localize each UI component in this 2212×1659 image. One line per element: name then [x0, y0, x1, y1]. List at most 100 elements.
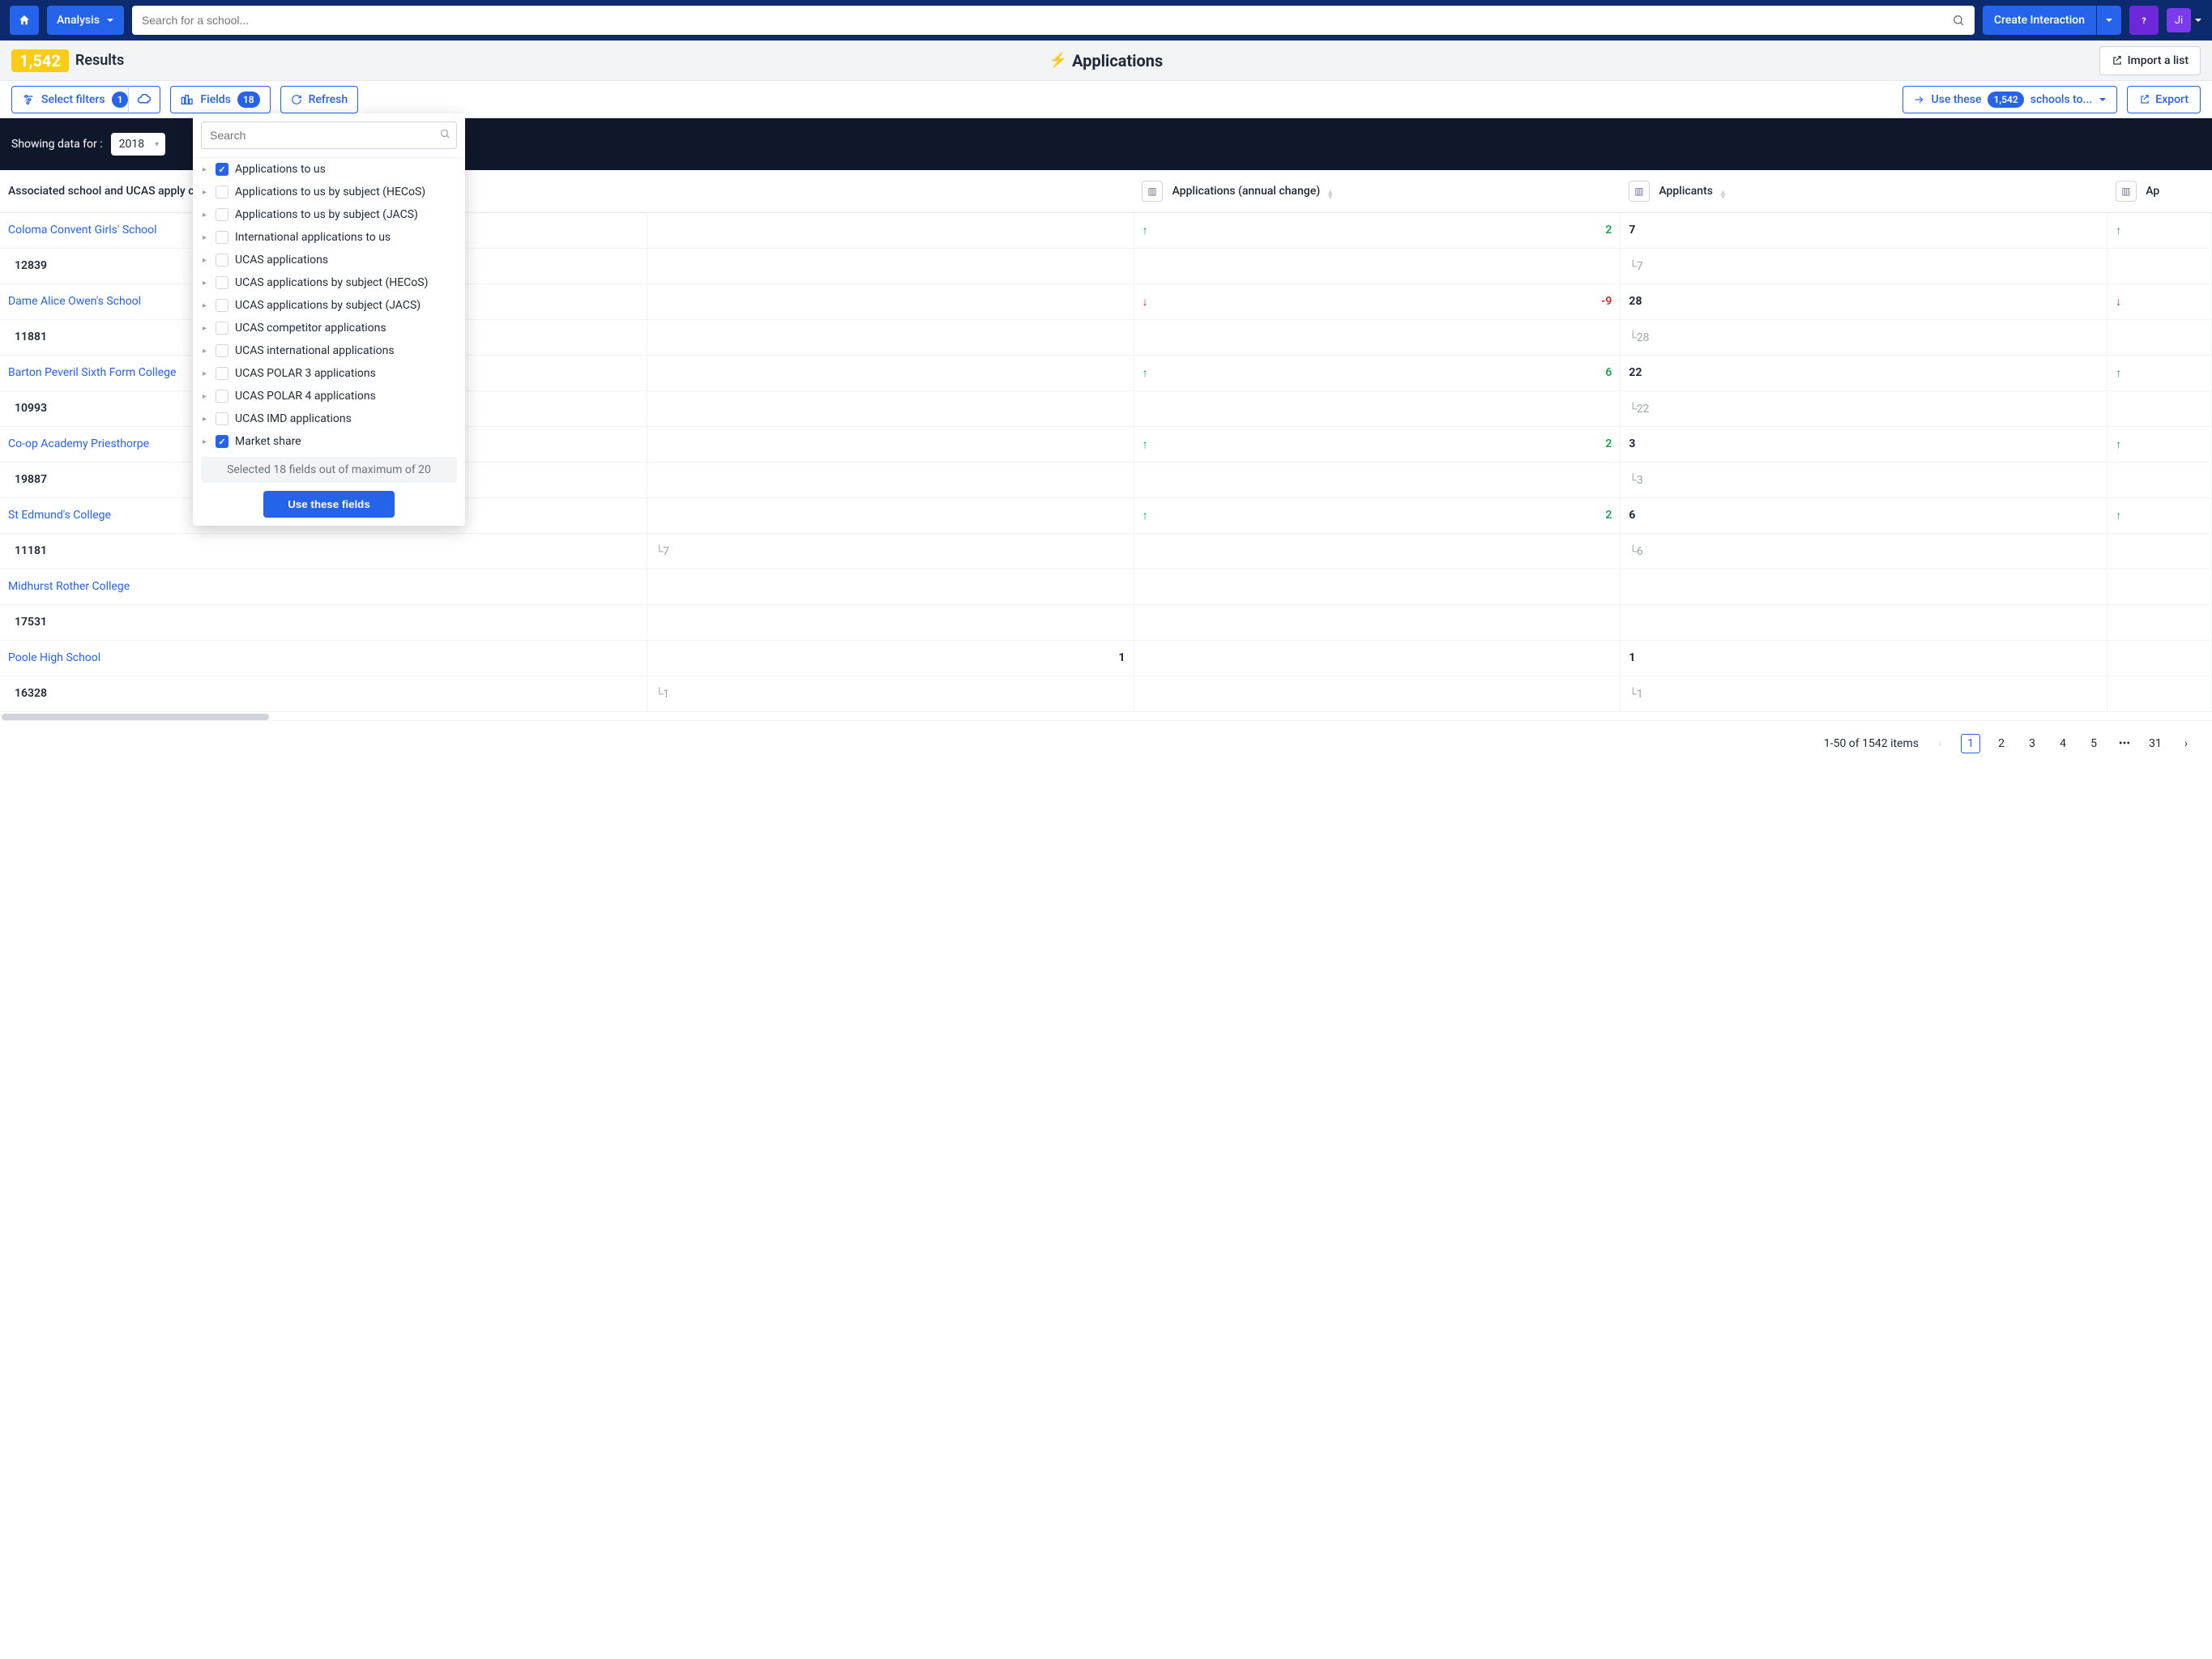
- select-filters-button[interactable]: Select filters 1: [11, 86, 139, 113]
- caret-down-icon: [2105, 16, 2113, 24]
- change-value: 6: [1605, 366, 1612, 379]
- applicants-value: 28: [1629, 295, 1642, 308]
- field-option[interactable]: ▸ UCAS applications by subject (JACS): [193, 294, 465, 317]
- use-these-count: 1,542: [1988, 92, 2023, 108]
- use-these-schools-button[interactable]: Use these 1,542 schools to...: [1902, 86, 2117, 113]
- next-page-button[interactable]: ›: [2176, 734, 2196, 753]
- school-link[interactable]: Poole High School: [8, 651, 100, 664]
- field-option[interactable]: ▸ UCAS applications by subject (HECoS): [193, 271, 465, 294]
- arrow-up-icon: ↑: [1142, 509, 1148, 522]
- selected-fields-info: Selected 18 fields out of maximum of 20: [201, 457, 457, 483]
- field-option[interactable]: ▸ Applications to us by subject (HECoS): [193, 181, 465, 203]
- checkbox[interactable]: [216, 276, 228, 289]
- page-button[interactable]: 1: [1961, 734, 1980, 753]
- caret-down-icon: [2194, 16, 2202, 24]
- field-option[interactable]: ▸ Applications to us: [193, 158, 465, 181]
- arrow-up-icon: ↑: [1142, 224, 1148, 237]
- field-option[interactable]: ▸ UCAS applications: [193, 249, 465, 271]
- page-button[interactable]: 4: [2053, 734, 2073, 753]
- field-option[interactable]: ▸ UCAS competitor applications: [193, 317, 465, 339]
- checkbox[interactable]: [216, 344, 228, 357]
- field-option[interactable]: ▸ International applications to us: [193, 226, 465, 249]
- arrow-down-icon: ↓: [2116, 296, 2121, 309]
- fields-search-input[interactable]: [201, 122, 457, 149]
- expand-icon: ▸: [203, 233, 209, 242]
- global-search[interactable]: [132, 6, 1975, 35]
- page-button[interactable]: •••: [2115, 734, 2134, 753]
- export-label: Export: [2155, 93, 2189, 106]
- refresh-button[interactable]: Refresh: [280, 86, 359, 113]
- search-input[interactable]: [142, 14, 1952, 27]
- school-link[interactable]: Coloma Convent Girls' School: [8, 224, 157, 237]
- expand-icon: ▸: [203, 279, 209, 288]
- table-subrow: 16328 1 1: [0, 676, 2212, 711]
- fields-button[interactable]: Fields 18: [170, 86, 270, 113]
- sub-value: 22: [1629, 403, 1649, 416]
- column-header-applicants-change[interactable]: ▥ Ap: [2107, 170, 2212, 212]
- change-value: 2: [1605, 509, 1612, 522]
- page-button[interactable]: 2: [1992, 734, 2011, 753]
- prev-page-button[interactable]: ‹: [1930, 734, 1949, 753]
- import-list-button[interactable]: Import a list: [2099, 46, 2201, 75]
- expand-icon: ▸: [203, 301, 209, 310]
- column-header-change[interactable]: ▥ Applications (annual change) ▲▼: [1134, 170, 1621, 212]
- checkbox[interactable]: [216, 299, 228, 312]
- use-these-suffix: schools to...: [2031, 93, 2093, 106]
- create-interaction-button[interactable]: Create Interaction: [1983, 6, 2096, 35]
- checkbox[interactable]: [216, 367, 228, 380]
- checkbox[interactable]: [216, 231, 228, 244]
- school-link[interactable]: Midhurst Rother College: [8, 580, 130, 593]
- checkbox[interactable]: [216, 208, 228, 221]
- field-option[interactable]: ▸ UCAS POLAR 3 applications: [193, 362, 465, 385]
- school-link[interactable]: Barton Peveril Sixth Form College: [8, 366, 176, 379]
- cloud-button[interactable]: [128, 86, 160, 113]
- arrow-up-icon: ↑: [2116, 510, 2121, 522]
- checkbox[interactable]: [216, 435, 228, 448]
- checkbox[interactable]: [216, 163, 228, 176]
- checkbox[interactable]: [216, 322, 228, 335]
- page-button[interactable]: 31: [2146, 734, 2165, 753]
- checkbox[interactable]: [216, 412, 228, 425]
- table-subrow: 17531: [0, 604, 2212, 640]
- field-option[interactable]: ▸ UCAS POLAR 4 applications: [193, 385, 465, 407]
- home-button[interactable]: [10, 6, 39, 35]
- field-option[interactable]: ▸ UCAS international applications: [193, 339, 465, 362]
- filter-icon: [22, 93, 35, 106]
- field-option[interactable]: ▸ Applications to us by subject (JACS): [193, 203, 465, 226]
- fields-popover: ▸ Applications to us▸ Applications to us…: [193, 113, 465, 526]
- page-button[interactable]: 5: [2084, 734, 2103, 753]
- checkbox[interactable]: [216, 186, 228, 198]
- column-header-hidden[interactable]: [647, 170, 1134, 212]
- refresh-icon: [291, 94, 302, 105]
- change-value: -9: [1601, 295, 1612, 308]
- results-label: Results: [75, 52, 124, 69]
- year-select[interactable]: 2018 ▾: [111, 133, 165, 156]
- change-value: 2: [1605, 437, 1612, 450]
- help-button[interactable]: ?: [2129, 6, 2159, 35]
- import-icon: [2112, 55, 2123, 66]
- page-title-text: Applications: [1072, 51, 1163, 70]
- field-option[interactable]: ▸ UCAS IMD applications: [193, 407, 465, 430]
- sub-value: 1: [1629, 688, 1642, 701]
- horizontal-scrollbar[interactable]: [2, 714, 269, 720]
- create-interaction-caret[interactable]: [2097, 6, 2121, 35]
- checkbox[interactable]: [216, 390, 228, 403]
- school-link[interactable]: Dame Alice Owen's School: [8, 295, 141, 308]
- showing-label: Showing data for :: [11, 138, 103, 151]
- caret-down-icon: [106, 16, 114, 24]
- column-header-applicants[interactable]: ▥ Applicants ▲▼: [1621, 170, 2107, 212]
- use-these-fields-button[interactable]: Use these fields: [263, 491, 394, 518]
- field-option-label: UCAS international applications: [235, 344, 395, 357]
- field-option-label: UCAS POLAR 3 applications: [235, 367, 376, 380]
- school-link[interactable]: St Edmund's College: [8, 509, 111, 522]
- field-option[interactable]: ▸ Market share: [193, 430, 465, 449]
- fields-count: 18: [237, 92, 260, 108]
- school-code: 11181: [0, 533, 647, 569]
- sort-icon: ▲▼: [1326, 190, 1334, 200]
- school-link[interactable]: Co-op Academy Priesthorpe: [8, 437, 149, 450]
- export-button[interactable]: Export: [2127, 86, 2201, 113]
- user-menu[interactable]: Ji: [2167, 8, 2202, 32]
- section-dropdown[interactable]: Analysis: [47, 6, 124, 35]
- page-button[interactable]: 3: [2022, 734, 2042, 753]
- checkbox[interactable]: [216, 254, 228, 267]
